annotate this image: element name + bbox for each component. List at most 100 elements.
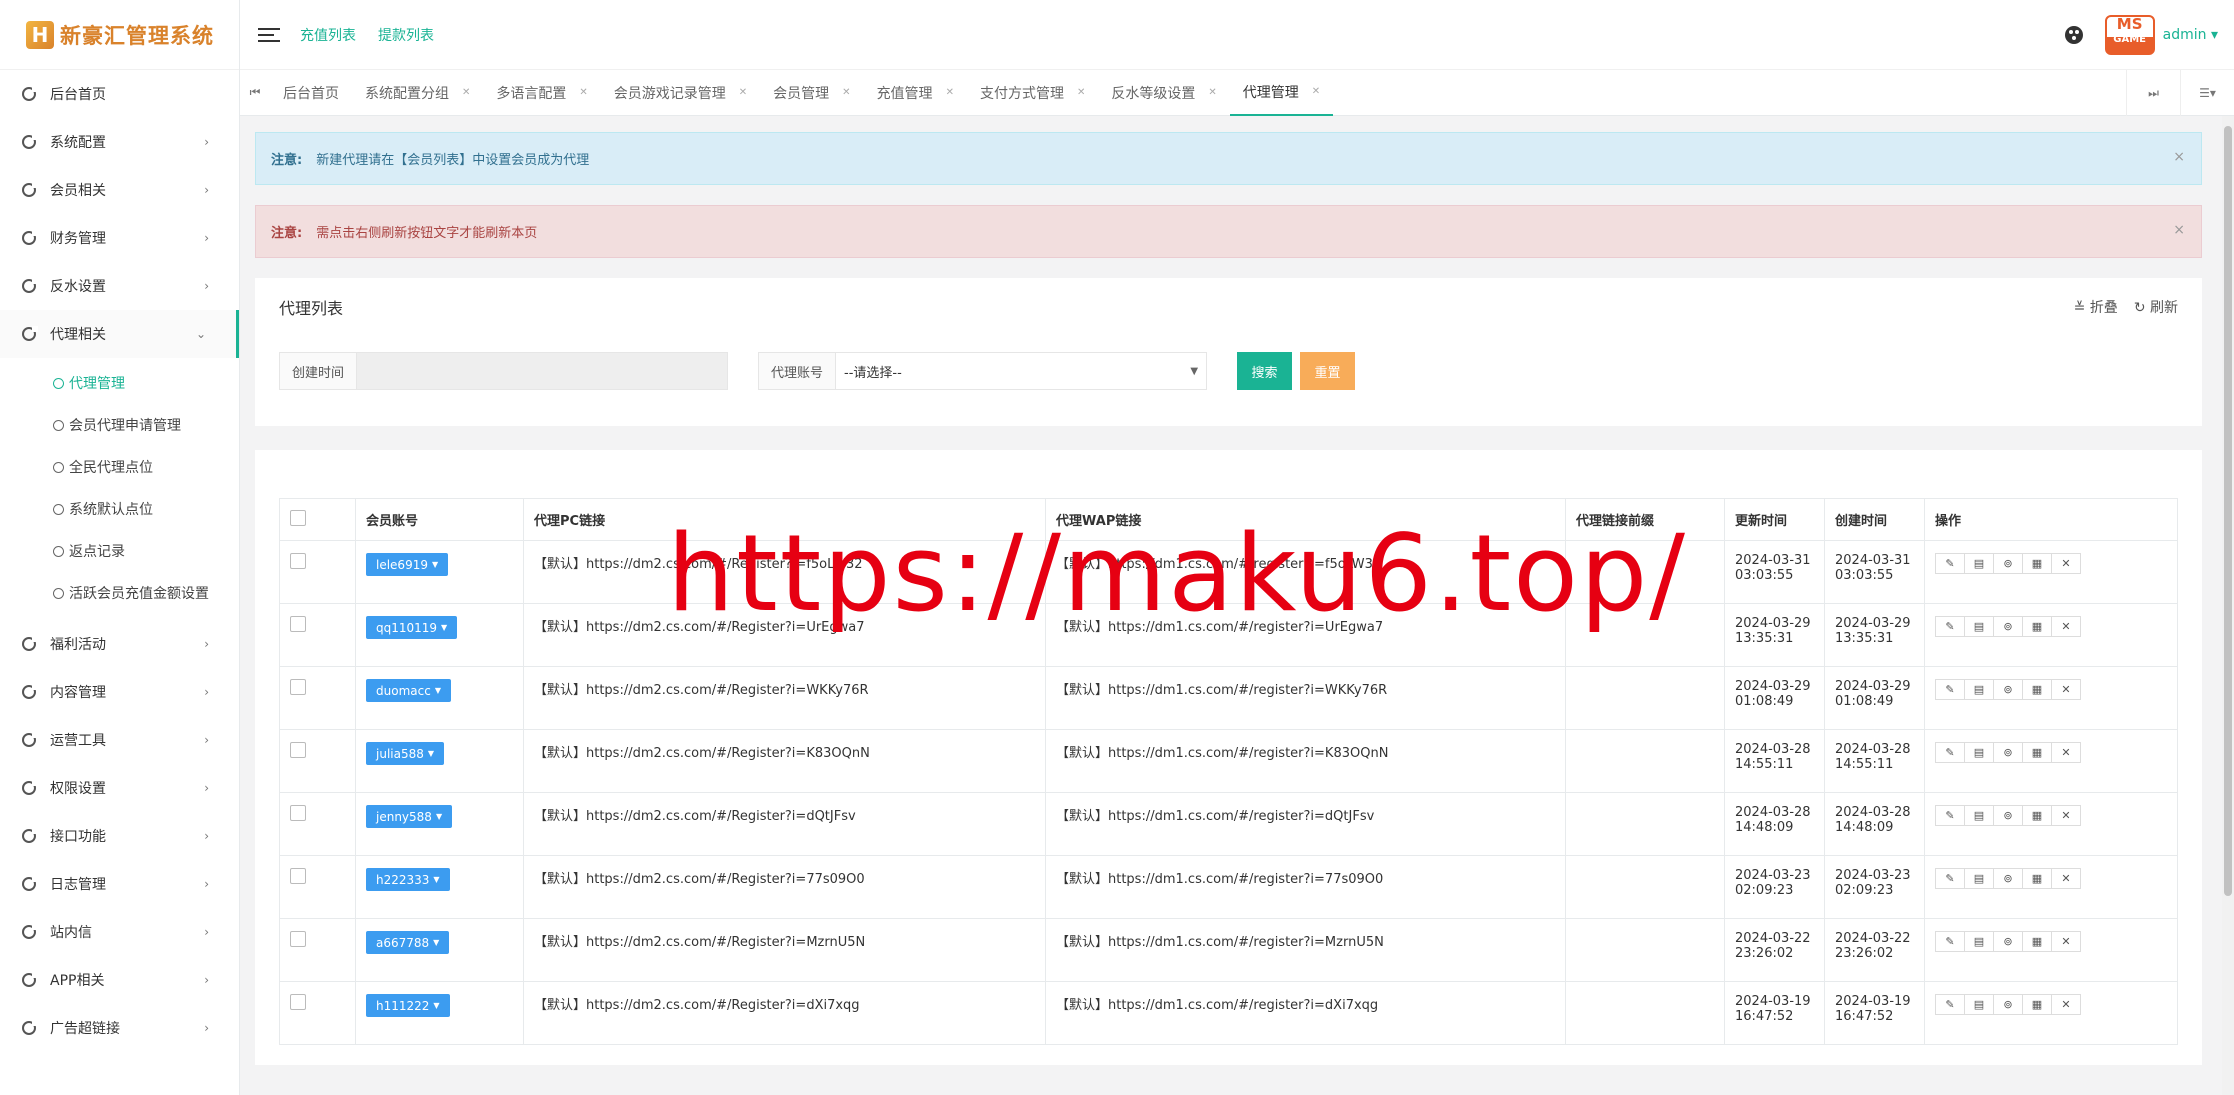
link-icon[interactable]: ⊚ [1993, 679, 2023, 700]
tab[interactable]: 支付方式管理 ✕ [967, 70, 1098, 116]
brand-logo[interactable]: H 新豪汇管理系统 [0, 0, 239, 70]
row-checkbox[interactable] [290, 868, 306, 884]
close-icon[interactable]: ✕ [2051, 805, 2081, 826]
account-dropdown-button[interactable]: duomacc ▼ [366, 679, 451, 702]
tab[interactable]: 充值管理 ✕ [864, 70, 967, 116]
link-icon[interactable]: ⊚ [1993, 742, 2023, 763]
agent-account-select[interactable]: --请选择-- ▼ [836, 353, 1207, 389]
sidebar-item[interactable]: 内容管理 › [0, 668, 239, 716]
account-dropdown-button[interactable]: jenny588 ▼ [366, 805, 453, 828]
tab[interactable]: 会员管理 ✕ [760, 70, 863, 116]
sidebar-item[interactable]: 站内信 › [0, 908, 239, 956]
sidebar-item[interactable]: 反水设置 › [0, 262, 239, 310]
row-checkbox[interactable] [290, 742, 306, 758]
list-icon[interactable]: ▤ [1964, 868, 1994, 889]
sidebar-item[interactable]: 系统配置 › [0, 118, 239, 166]
link-icon[interactable]: ⊚ [1993, 931, 2023, 952]
sidebar-item[interactable]: 会员相关 › [0, 166, 239, 214]
select-all-header[interactable] [279, 498, 356, 541]
file-icon[interactable]: ▦ [2022, 994, 2052, 1015]
link-icon[interactable]: ⊚ [1993, 994, 2023, 1015]
sidebar-item[interactable]: APP相关 › [0, 956, 239, 1004]
tab[interactable]: 系统配置分组 ✕ [352, 70, 483, 116]
search-button[interactable]: 搜索 [1237, 352, 1293, 390]
tabs-menu-icon[interactable]: ☰▾ [2180, 69, 2234, 116]
sidebar-item[interactable]: 权限设置 › [0, 764, 239, 812]
row-checkbox[interactable] [290, 994, 306, 1010]
account-dropdown-button[interactable]: h111222 ▼ [366, 994, 450, 1017]
account-dropdown-button[interactable]: a667788 ▼ [366, 931, 450, 954]
recharge-list-link[interactable]: 充值列表 [300, 25, 356, 45]
file-icon[interactable]: ▦ [2022, 616, 2052, 637]
file-icon[interactable]: ▦ [2022, 868, 2052, 889]
sub-item[interactable]: 会员代理申请管理 [0, 404, 239, 446]
edit-icon[interactable]: ✎ [1935, 616, 1965, 637]
account-dropdown-button[interactable]: qq110119 ▼ [366, 616, 458, 639]
refresh-button[interactable]: ↻ 刷新 [2134, 297, 2178, 317]
tabs-scroll-right-icon[interactable]: ⏭ [2126, 69, 2180, 116]
reset-button[interactable]: 重置 [1300, 352, 1356, 390]
avatar[interactable]: MS GAME [2104, 14, 2155, 55]
sub-item[interactable]: 返点记录 [0, 530, 239, 572]
file-icon[interactable]: ▦ [2022, 679, 2052, 700]
row-checkbox[interactable] [290, 931, 306, 947]
sidebar-item[interactable]: 福利活动 › [0, 620, 239, 668]
tab[interactable]: 会员游戏记录管理 ✕ [601, 70, 760, 116]
tab[interactable]: 多语言配置 ✕ [483, 70, 600, 116]
palette-icon[interactable] [2064, 25, 2083, 44]
sidebar-item[interactable]: 接口功能 › [0, 812, 239, 860]
close-icon[interactable]: ✕ [2051, 868, 2081, 889]
close-icon[interactable]: ✕ [2051, 679, 2081, 700]
list-icon[interactable]: ▤ [1964, 931, 1994, 952]
close-icon[interactable]: ✕ [2051, 616, 2081, 637]
list-icon[interactable]: ▤ [1964, 553, 1994, 574]
link-icon[interactable]: ⊚ [1993, 805, 2023, 826]
withdraw-list-link[interactable]: 提款列表 [378, 25, 434, 45]
select-all-checkbox[interactable] [290, 509, 306, 526]
created-time-input[interactable] [357, 353, 728, 389]
close-icon[interactable]: ✕ [739, 87, 747, 98]
close-icon[interactable]: ✕ [2051, 742, 2081, 763]
close-icon[interactable]: ✕ [1312, 86, 1320, 97]
sidebar-item[interactable]: 广告超链接 › [0, 1004, 239, 1052]
sub-item[interactable]: 活跃会员充值金额设置 [0, 572, 239, 614]
edit-icon[interactable]: ✎ [1935, 679, 1965, 700]
sidebar-item[interactable]: 运营工具 › [0, 716, 239, 764]
sidebar-item-agent[interactable]: 代理相关 ⌄ [0, 310, 239, 358]
row-checkbox[interactable] [290, 553, 306, 569]
sidebar-item[interactable]: 后台首页 [0, 70, 239, 118]
close-icon[interactable]: ✕ [2051, 994, 2081, 1015]
tab-home[interactable]: 后台首页 [270, 70, 352, 116]
edit-icon[interactable]: ✎ [1935, 994, 1965, 1015]
account-dropdown-button[interactable]: julia588 ▼ [366, 742, 445, 765]
close-icon[interactable]: ✕ [842, 87, 850, 98]
link-icon[interactable]: ⊚ [1993, 553, 2023, 574]
file-icon[interactable]: ▦ [2022, 931, 2052, 952]
tabs-scroll-left-icon[interactable]: ⏮ [240, 85, 270, 100]
edit-icon[interactable]: ✎ [1935, 868, 1965, 889]
tab-agent-manage[interactable]: 代理管理 ✕ [1229, 70, 1334, 116]
close-icon[interactable]: ✕ [579, 87, 587, 98]
close-icon[interactable]: × [2173, 149, 2185, 165]
account-dropdown-button[interactable]: lele6919 ▼ [366, 553, 449, 576]
hamburger-icon[interactable] [258, 24, 280, 46]
edit-icon[interactable]: ✎ [1935, 805, 1965, 826]
file-icon[interactable]: ▦ [2022, 742, 2052, 763]
list-icon[interactable]: ▤ [1964, 742, 1994, 763]
row-checkbox[interactable] [290, 679, 306, 695]
file-icon[interactable]: ▦ [2022, 805, 2052, 826]
user-menu[interactable]: admin ▾ [2163, 27, 2218, 43]
edit-icon[interactable]: ✎ [1935, 553, 1965, 574]
list-icon[interactable]: ▤ [1964, 994, 1994, 1015]
scroll-thumb[interactable] [2224, 126, 2232, 896]
sub-item[interactable]: 全民代理点位 [0, 446, 239, 488]
file-icon[interactable]: ▦ [2022, 553, 2052, 574]
tab[interactable]: 反水等级设置 ✕ [1098, 70, 1229, 116]
close-icon[interactable]: ✕ [2051, 553, 2081, 574]
list-icon[interactable]: ▤ [1964, 616, 1994, 637]
sidebar-item[interactable]: 财务管理 › [0, 214, 239, 262]
close-icon[interactable]: × [2173, 222, 2185, 238]
close-icon[interactable]: ✕ [1077, 87, 1085, 98]
link-icon[interactable]: ⊚ [1993, 616, 2023, 637]
scrollbar[interactable] [2222, 116, 2234, 1095]
